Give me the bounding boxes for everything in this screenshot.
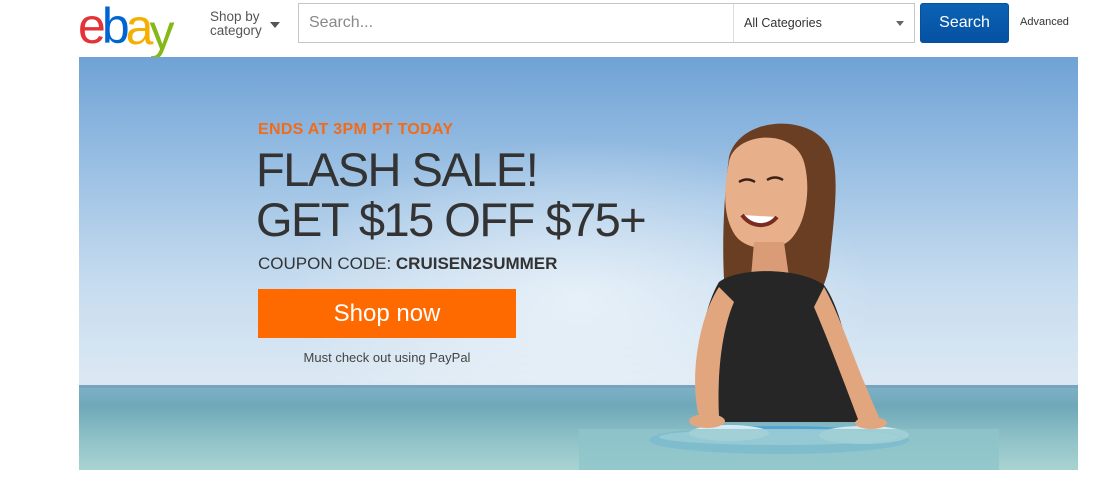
chevron-down-icon [270, 22, 280, 28]
coupon-code: CRUISEN2SUMMER [395, 254, 558, 273]
logo-letter-e: e [78, 0, 106, 54]
search-button[interactable]: Search [920, 3, 1009, 43]
surfer-woman-image [579, 123, 999, 470]
headline-flash-sale: FLASH SALE! [256, 143, 539, 196]
shop-by-category-button[interactable]: Shop by category [210, 10, 284, 42]
coupon-code-line: COUPON CODE: CRUISEN2SUMMER [258, 254, 557, 274]
search-bar: All Categories [298, 3, 915, 43]
promo-banner[interactable]: ENDS AT 3PM PT TODAY FLASH SALE! GET $15… [79, 57, 1078, 470]
coupon-label: COUPON CODE: [258, 254, 396, 273]
paypal-note: Must check out using PayPal [303, 350, 471, 365]
sale-ends-text: ENDS AT 3PM PT TODAY [258, 121, 454, 138]
chevron-down-icon [896, 21, 904, 26]
logo-letter-b: b [101, 0, 130, 54]
search-input[interactable] [299, 4, 733, 42]
logo-letter-a: a [125, 0, 154, 55]
category-select[interactable]: All Categories [733, 4, 914, 42]
category-select-value: All Categories [744, 16, 822, 30]
logo-letter-y: y [149, 4, 174, 60]
ebay-logo[interactable]: ebay [78, 0, 174, 57]
shop-now-button[interactable]: Shop now [258, 289, 516, 338]
shop-by-category-label: Shop by category [210, 9, 262, 38]
site-header: ebay Shop by category All Categories Sea… [0, 0, 1116, 57]
advanced-search-link[interactable]: Advanced [1020, 16, 1069, 28]
headline-discount: GET $15 OFF $75+ [256, 193, 647, 246]
